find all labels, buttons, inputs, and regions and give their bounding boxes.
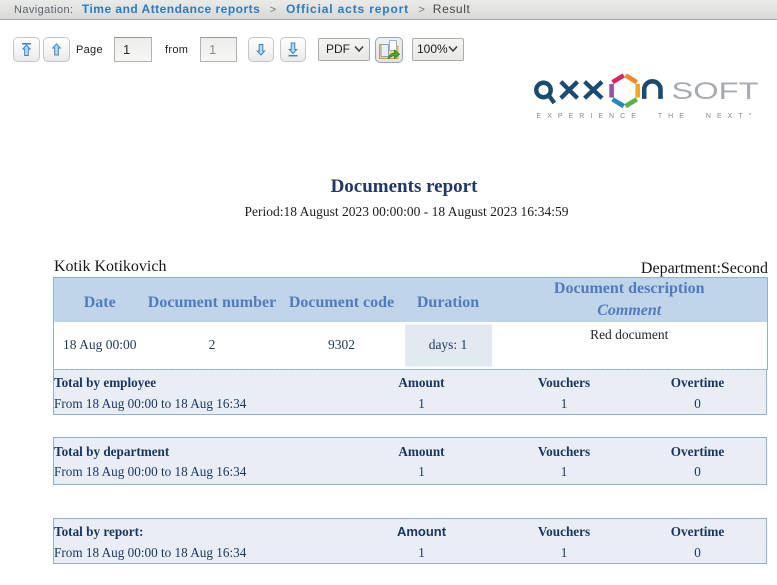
- svg-text:EXPERIENCE THE NEXT°: EXPERIENCE THE NEXT°: [537, 112, 756, 120]
- svg-text:SOFT: SOFT: [672, 78, 759, 105]
